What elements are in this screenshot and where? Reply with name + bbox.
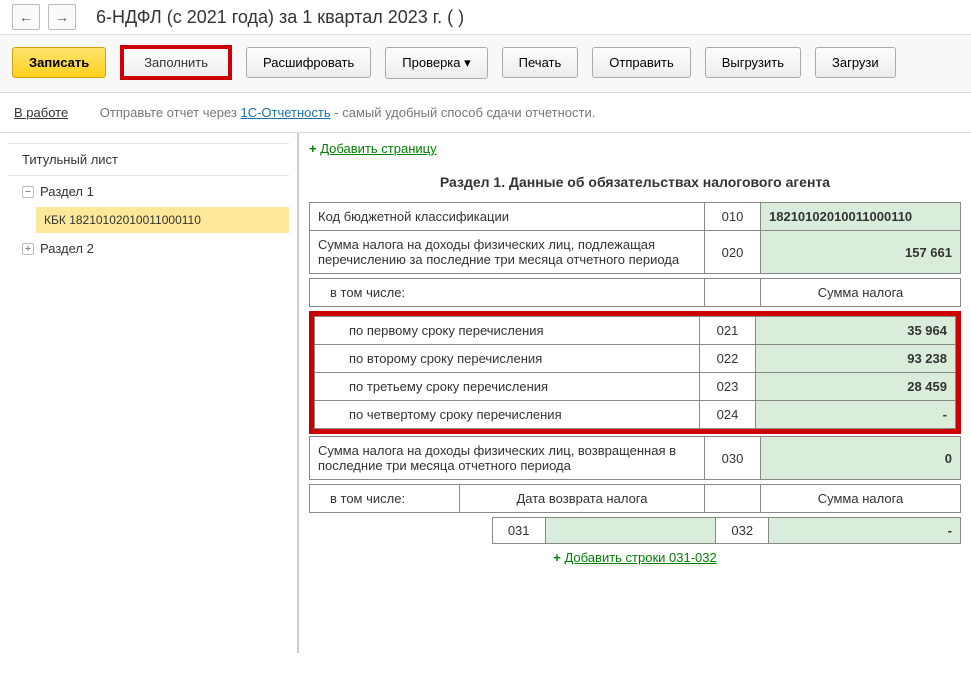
print-button[interactable]: Печать <box>502 47 579 78</box>
including-header: в том числе: Сумма налога <box>309 278 961 307</box>
period-row-3: по третьему сроку перечисления 023 28 45… <box>315 373 956 401</box>
send-button[interactable]: Отправить <box>592 47 690 78</box>
page-title: 6-НДФЛ (с 2021 года) за 1 квартал 2023 г… <box>96 7 464 28</box>
sum-label: Сумма налога на доходы физических лиц, п… <box>310 231 705 274</box>
kbk-row: Код бюджетной классификации 010 18210102… <box>310 203 961 231</box>
write-button[interactable]: Записать <box>12 47 106 78</box>
rows-031-032: 031 032 - <box>492 517 961 544</box>
periods-highlight: по первому сроку перечисления 021 35 964… <box>309 311 961 434</box>
sidebar-section1[interactable]: − Раздел 1 <box>8 176 289 207</box>
sidebar-kbk[interactable]: КБК 18210102010011000110 <box>36 207 289 233</box>
returned-table: Сумма налога на доходы физических лиц, в… <box>309 436 961 480</box>
kbk-label: Код бюджетной классификации <box>310 203 705 231</box>
content-area: + Добавить страницу Раздел 1. Данные об … <box>298 133 971 653</box>
period-row-1: по первому сроку перечисления 021 35 964 <box>315 317 956 345</box>
including-label: в том числе: <box>310 279 705 307</box>
main-table: Код бюджетной классификации 010 18210102… <box>309 202 961 274</box>
expand-icon[interactable]: + <box>22 243 34 255</box>
check-button[interactable]: Проверка <box>385 47 487 79</box>
sidebar-title-page[interactable]: Титульный лист <box>8 143 289 176</box>
forward-button[interactable]: → <box>48 4 76 30</box>
collapse-icon[interactable]: − <box>22 186 34 198</box>
plus-icon: + <box>553 550 561 565</box>
add-page-link[interactable]: + Добавить страницу <box>309 141 437 156</box>
period-row-2: по второму сроку перечисления 022 93 238 <box>315 345 956 373</box>
sum-code: 020 <box>705 231 761 274</box>
period-row-4: по четвертому сроку перечисления 024 - <box>315 401 956 429</box>
upload-button[interactable]: Выгрузить <box>705 47 801 78</box>
periods-table: по первому сроку перечисления 021 35 964… <box>314 316 956 429</box>
fill-button-highlight: Заполнить <box>120 45 232 80</box>
kbk-value[interactable]: 18210102010011000110 <box>761 203 961 231</box>
sidebar-section2[interactable]: + Раздел 2 <box>8 233 289 264</box>
work-status[interactable]: В работе <box>14 105 68 120</box>
returned-code: 030 <box>705 437 761 480</box>
decode-button[interactable]: Расшифровать <box>246 47 371 78</box>
returned-label: Сумма налога на доходы физических лиц, в… <box>310 437 705 480</box>
sum-header: Сумма налога <box>761 279 961 307</box>
sum-value[interactable]: 157 661 <box>761 231 961 274</box>
return-header: в том числе: Дата возврата налога Сумма … <box>309 484 961 513</box>
section-title: Раздел 1. Данные об обязательствах налог… <box>309 174 961 190</box>
load-button[interactable]: Загрузи <box>815 47 896 78</box>
fill-button[interactable]: Заполнить <box>144 55 208 70</box>
plus-icon: + <box>309 141 317 156</box>
sidebar: Титульный лист − Раздел 1 КБК 1821010201… <box>0 133 298 653</box>
sum-row: Сумма налога на доходы физических лиц, п… <box>310 231 961 274</box>
info-hint: Отправьте отчет через 1С-Отчетность - са… <box>100 105 596 120</box>
back-button[interactable]: ← <box>12 4 40 30</box>
returned-row: Сумма налога на доходы физических лиц, в… <box>310 437 961 480</box>
add-rows-link[interactable]: + Добавить строки 031-032 <box>309 550 961 565</box>
returned-value[interactable]: 0 <box>761 437 961 480</box>
reporting-link[interactable]: 1С-Отчетность <box>240 105 330 120</box>
kbk-code: 010 <box>705 203 761 231</box>
